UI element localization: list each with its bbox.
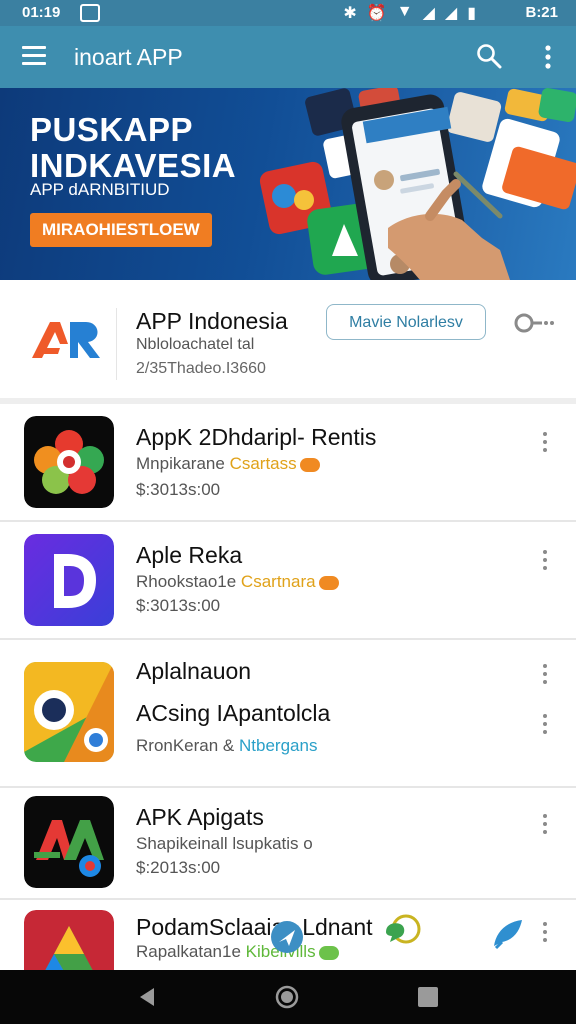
app-title: Aple Reka — [136, 542, 243, 568]
badge-icon — [299, 457, 320, 472]
app-title: APK Apigats — [136, 804, 264, 830]
app-title: inoart APP — [74, 44, 183, 70]
banner-cta-button[interactable]: MIRAOHIESTLOEW — [30, 213, 212, 247]
signal-icon: ◢ — [444, 5, 458, 22]
app-developer: Rhookstao1e Csartnara — [136, 572, 339, 592]
badge-icon — [318, 945, 339, 960]
letter-d-app-icon — [24, 534, 114, 626]
bird-icon[interactable] — [490, 916, 526, 950]
app-bar: inoart APP — [0, 26, 576, 88]
app-price: $:3013s:00 — [136, 480, 221, 499]
app-developer: RronKeran & Ntbergans — [136, 736, 318, 755]
more-vert-icon[interactable] — [540, 432, 550, 456]
app-list-item[interactable]: Aple Reka Rhookstao1e Csartnara $:3013s:… — [0, 522, 576, 640]
signal-icon: ◢ — [422, 5, 435, 22]
notification-icon — [80, 4, 100, 22]
home-icon[interactable] — [275, 985, 299, 1009]
featured-divider — [116, 308, 117, 380]
featured-app-row[interactable]: APP Indonesia Nbloloachatel tal 2/35Thad… — [0, 280, 576, 404]
bluetooth-icon: ✱ — [343, 5, 357, 22]
eye-app-icon — [24, 662, 114, 762]
app-list-item[interactable]: APK Apigats Shapikeinall lsupkatis o $:2… — [0, 788, 576, 900]
menu-icon[interactable] — [22, 46, 46, 66]
ar-logo-icon — [32, 322, 100, 358]
more-vert-icon[interactable] — [540, 664, 550, 688]
featured-action-button[interactable]: Mavie Nolarlesv — [326, 304, 486, 340]
chat-icon[interactable] — [382, 914, 422, 948]
more-vert-icon[interactable] — [540, 922, 550, 946]
app-developer: Mnpikarane Csartass — [136, 454, 320, 474]
search-icon[interactable] — [476, 43, 502, 69]
app-subtitle: ACsing IApantolcla — [136, 700, 331, 726]
featured-app-stats: 2/35Thadeo.I3660 — [136, 360, 266, 377]
app-title: Aplalnauon — [136, 658, 252, 684]
app-title: PodamSclaaias Ldnant — [136, 914, 373, 940]
status-icons: ✱ ⏰ ▼ ◢ ◢ ▮ — [343, 3, 476, 23]
more-vert-icon[interactable] — [540, 814, 550, 838]
banner-tagline: APP dARNBITIUD — [30, 180, 170, 199]
battery-icon: ▮ — [467, 5, 476, 22]
featured-app-name: APP Indonesia — [136, 308, 288, 334]
app-list-item[interactable]: Aplalnauon ACsing IApantolcla RronKeran … — [0, 640, 576, 788]
app-screen: 01:19 ✱ ⏰ ▼ ◢ ◢ ▮ B:21 inoart APP PUSKAP… — [0, 0, 576, 1024]
status-clock: B:21 — [525, 4, 558, 21]
share-icon[interactable] — [270, 920, 304, 954]
more-vert-icon[interactable] — [538, 44, 558, 70]
wifi-icon: ▼ — [396, 3, 413, 20]
app-price: $:3013s:00 — [136, 596, 221, 615]
app-title: AppK 2Dhdaripl- Rentis — [136, 424, 377, 450]
app-list-item[interactable]: AppK 2Dhdaripl- Rentis Mnpikarane Csarta… — [0, 404, 576, 522]
app-developer: Shapikeinall lsupkatis o — [136, 834, 313, 853]
aa-app-icon — [24, 796, 114, 888]
toggle-icon[interactable] — [514, 311, 554, 335]
badge-icon — [318, 575, 339, 590]
status-bar: 01:19 ✱ ⏰ ▼ ◢ ◢ ▮ B:21 — [0, 0, 576, 26]
banner-illustration — [259, 88, 576, 280]
alarm-icon: ⏰ — [366, 5, 387, 22]
more-vert-icon[interactable] — [540, 550, 550, 574]
promo-banner[interactable]: PUSKAPP INDKAVESIA APP dARNBITIUD MIRAOH… — [0, 88, 576, 280]
system-nav-bar — [0, 970, 576, 1024]
banner-headline: PUSKAPP INDKAVESIA — [30, 111, 237, 184]
status-time: 01:19 — [22, 4, 61, 21]
more-vert-icon[interactable] — [540, 714, 550, 738]
app-developer: Rapalkatan1e Kibelivills — [136, 942, 339, 962]
app-price: $:2013s:00 — [136, 858, 221, 877]
flower-app-icon — [24, 416, 114, 508]
featured-app-subtitle: Nbloloachatel tal — [136, 336, 255, 353]
back-icon[interactable] — [136, 986, 158, 1008]
recents-icon[interactable] — [418, 987, 438, 1007]
